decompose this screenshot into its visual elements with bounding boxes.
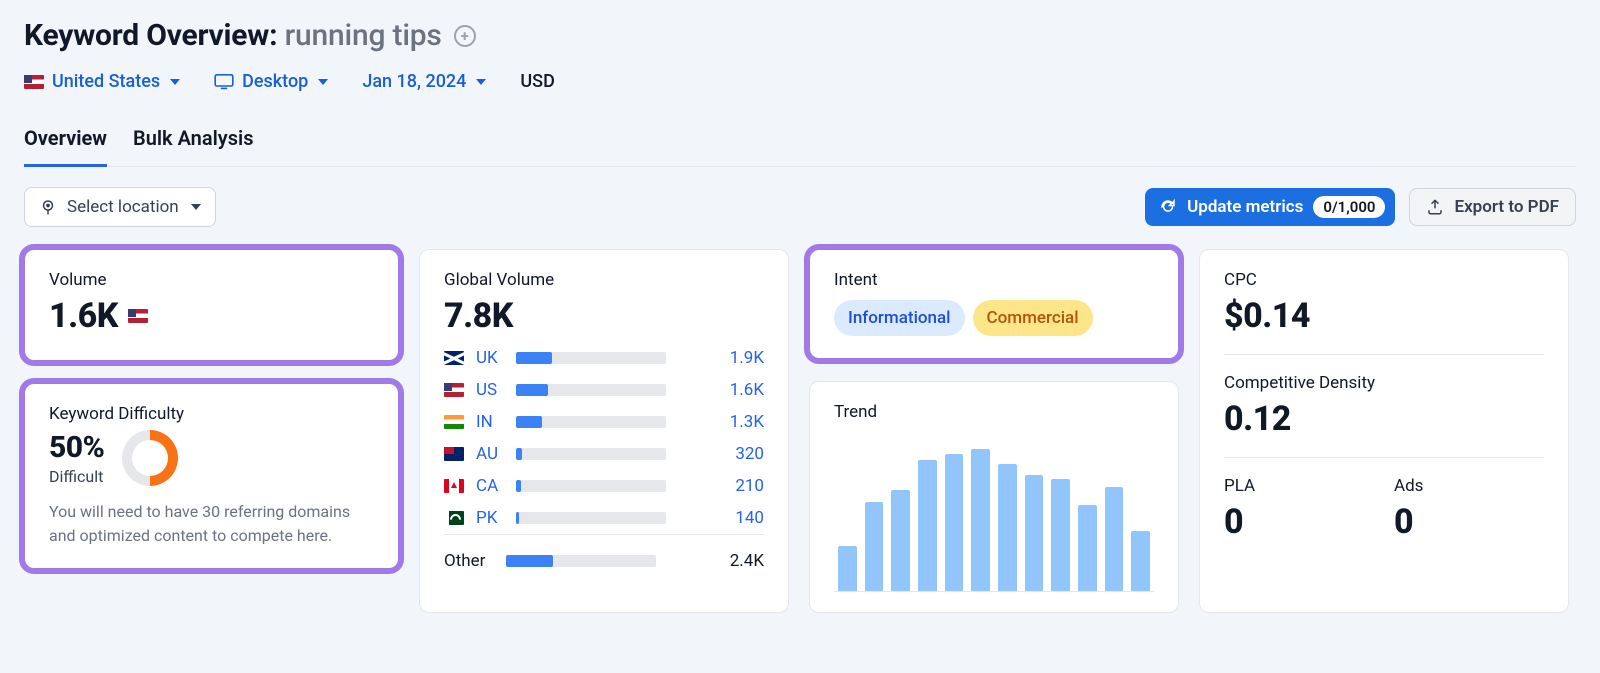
desktop-icon [214, 74, 234, 90]
global-volume-other-label: Other [444, 551, 494, 571]
flag-uk-icon [444, 351, 464, 365]
trend-bar [1131, 531, 1150, 591]
currency-label: USD [520, 71, 554, 92]
trend-bar [838, 546, 857, 591]
flag-us-icon [444, 383, 464, 397]
trend-bar [918, 460, 937, 591]
trend-bar [998, 464, 1017, 591]
country-volume-row: PK 140 [444, 508, 764, 528]
ads-label: Ads [1394, 476, 1544, 496]
flag-us-icon [128, 309, 148, 323]
trend-bar [1105, 487, 1124, 591]
chevron-down-icon [476, 79, 486, 85]
country-volume-row: US 1.6K [444, 380, 764, 400]
country-volume-value[interactable]: 1.3K [730, 412, 764, 432]
trend-bar [945, 454, 964, 591]
title-keyword: running tips [285, 18, 442, 53]
competitive-density-label: Competitive Density [1224, 373, 1544, 393]
export-pdf-label: Export to PDF [1454, 197, 1559, 217]
location-pin-icon [39, 198, 57, 216]
intent-chip-commercial: Commercial [973, 300, 1093, 336]
trend-bar-chart [834, 432, 1154, 592]
country-filter-label: United States [52, 71, 160, 92]
refresh-icon [1159, 198, 1177, 216]
country-volume-value[interactable]: 210 [735, 476, 764, 496]
flag-au-icon [444, 447, 464, 461]
country-volume-row: UK 1.9K [444, 348, 764, 368]
global-volume-label: Global Volume [444, 270, 764, 290]
country-code-link[interactable]: CA [476, 476, 504, 496]
select-location-label: Select location [67, 197, 179, 217]
global-volume-card: Global Volume 7.8K UK 1.9K US 1.6K IN 1.3K AU 3… [419, 249, 789, 613]
country-code-link[interactable]: UK [476, 348, 504, 368]
plus-icon: + [461, 27, 469, 45]
global-volume-other-value: 2.4K [730, 551, 764, 571]
global-volume-value: 7.8K [444, 296, 764, 336]
intent-label: Intent [834, 270, 1154, 290]
intent-chip-informational: Informational [834, 300, 965, 336]
flag-pk-icon [444, 511, 464, 525]
chevron-down-icon [318, 79, 328, 85]
keyword-difficulty-rating: Difficult [49, 467, 104, 486]
update-metrics-badge: 0/1,000 [1313, 196, 1385, 218]
flag-in-icon [444, 415, 464, 429]
chevron-down-icon [191, 204, 201, 210]
date-filter-label: Jan 18, 2024 [362, 71, 466, 92]
add-keyword-button[interactable]: + [454, 25, 476, 47]
cpc-card: CPC $0.14 Competitive Density 0.12 PLA 0… [1199, 249, 1569, 613]
keyword-difficulty-value: 50% [49, 430, 104, 465]
difficulty-donut-icon [122, 430, 178, 486]
export-icon [1426, 198, 1444, 216]
volume-value: 1.6K [49, 296, 118, 336]
trend-bar [891, 490, 910, 591]
country-volume-row: IN 1.3K [444, 412, 764, 432]
trend-label: Trend [834, 402, 1154, 422]
volume-label: Volume [49, 270, 374, 290]
trend-bar [865, 502, 884, 591]
cpc-value: $0.14 [1224, 296, 1544, 336]
intent-card: Intent Informational Commercial [809, 249, 1179, 359]
ads-value: 0 [1394, 502, 1544, 542]
cpc-label: CPC [1224, 270, 1544, 290]
device-filter-label: Desktop [242, 71, 308, 92]
country-filter[interactable]: United States [24, 71, 180, 92]
update-metrics-button[interactable]: Update metrics 0/1,000 [1145, 188, 1395, 226]
trend-bar [1078, 505, 1097, 591]
title-prefix: Keyword Overview: [24, 18, 277, 53]
country-code-link[interactable]: US [476, 380, 504, 400]
country-code-link[interactable]: IN [476, 412, 504, 432]
update-metrics-label: Update metrics [1187, 197, 1303, 217]
country-volume-value[interactable]: 1.6K [730, 380, 764, 400]
trend-card: Trend [809, 381, 1179, 613]
trend-bar [1051, 479, 1070, 591]
country-volume-value[interactable]: 140 [735, 508, 764, 528]
volume-card: Volume 1.6K [24, 249, 399, 361]
chevron-down-icon [170, 79, 180, 85]
trend-bar [971, 449, 990, 591]
tab-bulk-analysis[interactable]: Bulk Analysis [133, 126, 254, 166]
keyword-difficulty-label: Keyword Difficulty [49, 404, 374, 424]
select-location-button[interactable]: Select location [24, 187, 216, 227]
pla-label: PLA [1224, 476, 1374, 496]
page-title: Keyword Overview: running tips [24, 18, 442, 53]
device-filter[interactable]: Desktop [214, 71, 328, 92]
export-pdf-button[interactable]: Export to PDF [1409, 188, 1576, 226]
date-filter[interactable]: Jan 18, 2024 [362, 71, 486, 92]
country-code-link[interactable]: AU [476, 444, 504, 464]
flag-ca-icon [444, 479, 464, 493]
tab-overview[interactable]: Overview [24, 126, 107, 167]
keyword-difficulty-card: Keyword Difficulty 50% Difficult You wil… [24, 383, 399, 569]
country-volume-value[interactable]: 1.9K [730, 348, 764, 368]
pla-value: 0 [1224, 502, 1374, 542]
trend-bar [1025, 475, 1044, 591]
country-volume-value[interactable]: 320 [735, 444, 764, 464]
flag-us-icon [24, 75, 44, 89]
country-volume-row: AU 320 [444, 444, 764, 464]
country-volume-row: CA 210 [444, 476, 764, 496]
keyword-difficulty-note: You will need to have 30 referring domai… [49, 500, 374, 548]
competitive-density-value: 0.12 [1224, 399, 1544, 439]
country-code-link[interactable]: PK [476, 508, 504, 528]
